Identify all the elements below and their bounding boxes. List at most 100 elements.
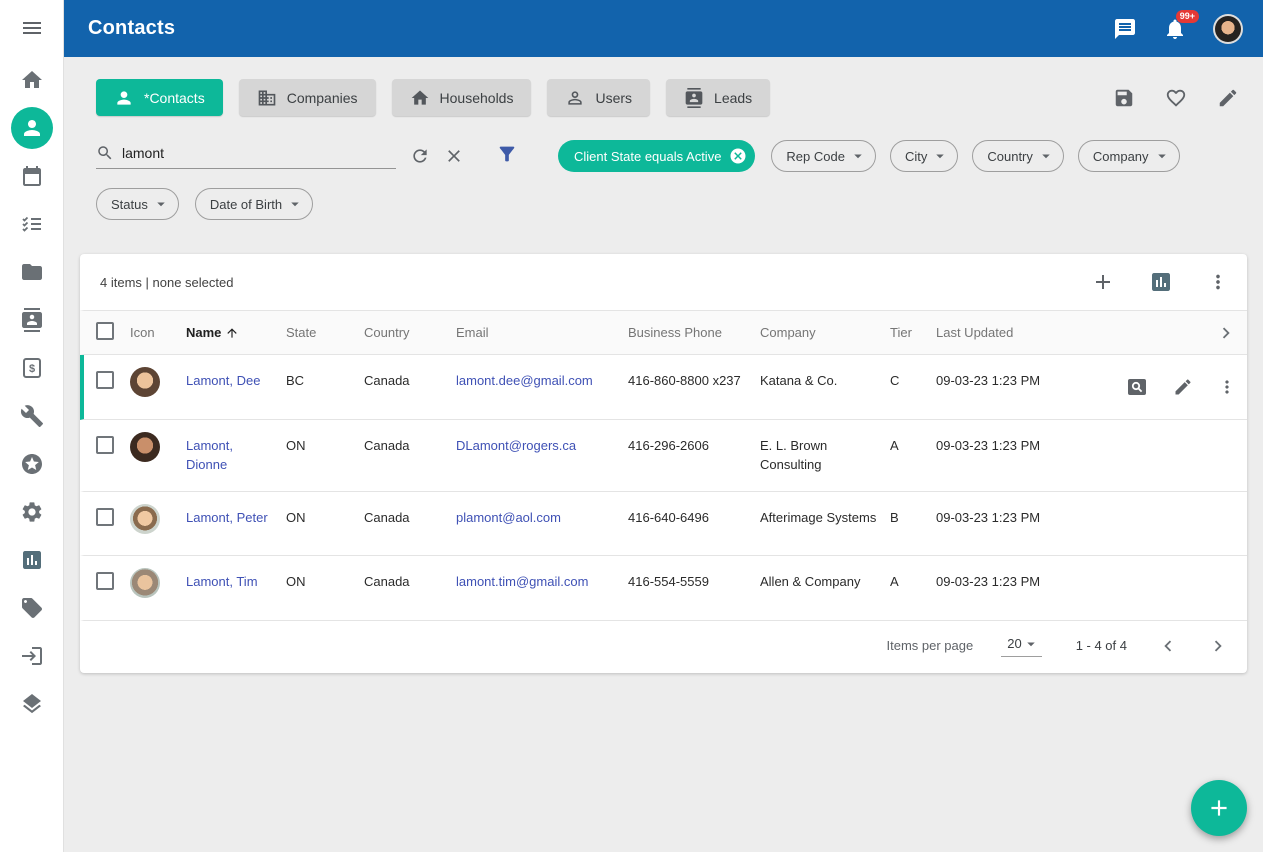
- tab-households[interactable]: Households: [392, 79, 532, 116]
- search-input[interactable]: [122, 145, 396, 161]
- filter-chip-city[interactable]: City: [890, 140, 958, 172]
- table-row[interactable]: Lamont, Dee BC Canada lamont.dee@gmail.c…: [80, 355, 1247, 420]
- filter-chip-rep-code[interactable]: Rep Code: [771, 140, 876, 172]
- table-row[interactable]: Lamont, Dionne ON Canada DLamont@rogers.…: [80, 420, 1247, 492]
- cell-state: ON: [286, 420, 364, 472]
- sidebar-item-tools[interactable]: [0, 392, 64, 440]
- contact-name-link[interactable]: Lamont, Peter: [186, 510, 268, 525]
- contact-email-link[interactable]: lamont.dee@gmail.com: [456, 373, 593, 388]
- filter-chip-company[interactable]: Company: [1078, 140, 1180, 172]
- user-avatar[interactable]: [1213, 14, 1243, 44]
- sidebar-item-tags[interactable]: [0, 584, 64, 632]
- active-filter-chip[interactable]: Client State equals Active: [558, 140, 755, 172]
- filter-button[interactable]: [496, 143, 518, 170]
- select-all-checkbox[interactable]: [96, 322, 114, 340]
- add-contact-fab[interactable]: [1191, 780, 1247, 836]
- contact-email-link[interactable]: lamont.tim@gmail.com: [456, 574, 588, 589]
- cell-last-updated: 09-03-23 1:23 PM: [936, 355, 1088, 407]
- more-options-icon[interactable]: [1207, 271, 1229, 293]
- tag-icon: [20, 596, 44, 620]
- sidebar-item-favorites[interactable]: [0, 440, 64, 488]
- contact-email-link[interactable]: DLamont@rogers.ca: [456, 438, 576, 453]
- column-header-last-updated[interactable]: Last Updated: [936, 325, 1088, 340]
- contact-name-link[interactable]: Lamont, Dionne: [186, 438, 233, 473]
- chart-view-icon[interactable]: [1149, 270, 1173, 294]
- lead-card-icon: [684, 88, 704, 108]
- search-field[interactable]: [96, 144, 396, 169]
- add-item-icon[interactable]: [1091, 270, 1115, 294]
- pagination-bar: Items per page 20 1 - 4 of 4: [80, 621, 1247, 673]
- filter-chip-status[interactable]: Status: [96, 188, 179, 220]
- sidebar-item-documents[interactable]: [0, 248, 64, 296]
- layers-icon: [20, 692, 44, 716]
- contact-name-link[interactable]: Lamont, Tim: [186, 574, 258, 589]
- notification-badge: 99+: [1176, 10, 1199, 23]
- column-header-email[interactable]: Email: [456, 325, 628, 340]
- table-row[interactable]: Lamont, Peter ON Canada plamont@aol.com …: [80, 492, 1247, 557]
- column-header-business-phone[interactable]: Business Phone: [628, 325, 760, 340]
- row-more-options-icon[interactable]: [1217, 377, 1237, 397]
- column-header-icon[interactable]: Icon: [130, 325, 186, 340]
- chevron-down-icon: [1037, 147, 1055, 165]
- tab-leads[interactable]: Leads: [666, 79, 770, 116]
- sidebar-item-contacts[interactable]: [0, 104, 64, 152]
- sidebar-item-sign-out[interactable]: [0, 632, 64, 680]
- search-icon: [96, 144, 114, 162]
- contact-email-link[interactable]: plamont@aol.com: [456, 510, 561, 525]
- row-checkbox[interactable]: [96, 508, 114, 526]
- contact-avatar: [130, 568, 160, 598]
- row-checkbox[interactable]: [96, 572, 114, 590]
- column-header-company[interactable]: Company: [760, 325, 890, 340]
- sidebar-item-tasks[interactable]: [0, 200, 64, 248]
- next-page-icon[interactable]: [1207, 635, 1229, 657]
- sidebar-item-layers[interactable]: [0, 680, 64, 728]
- refresh-icon[interactable]: [410, 146, 430, 166]
- row-checkbox[interactable]: [96, 436, 114, 454]
- cell-tier: B: [890, 492, 936, 544]
- tab-users[interactable]: Users: [547, 79, 650, 116]
- selection-summary: 4 items | none selected: [100, 275, 233, 290]
- table-row[interactable]: Lamont, Tim ON Canada lamont.tim@gmail.c…: [80, 556, 1247, 621]
- quick-view-icon[interactable]: [1125, 375, 1149, 399]
- cell-company: Afterimage Systems: [760, 492, 890, 544]
- cell-company: Katana & Co.: [760, 355, 890, 407]
- sort-ascending-icon: [225, 326, 239, 340]
- sidebar-item-calendar[interactable]: [0, 152, 64, 200]
- messages-button[interactable]: [1113, 17, 1137, 41]
- contact-avatar: [130, 367, 160, 397]
- sidebar-item-reports[interactable]: [0, 536, 64, 584]
- sidebar-item-settings[interactable]: [0, 488, 64, 536]
- contact-card-icon: [20, 308, 44, 332]
- edit-pencil-icon[interactable]: [1217, 87, 1239, 109]
- filter-chip-country[interactable]: Country: [972, 140, 1064, 172]
- house-icon: [410, 88, 430, 108]
- funnel-icon: [496, 143, 518, 165]
- cell-state: ON: [286, 556, 364, 608]
- topbar: Contacts 99+: [64, 0, 1263, 57]
- sidebar-item-contact-cards[interactable]: [0, 296, 64, 344]
- sidebar-item-home[interactable]: [0, 56, 64, 104]
- items-per-page-select[interactable]: 20: [1001, 635, 1041, 657]
- tab-companies[interactable]: Companies: [239, 79, 376, 116]
- hamburger-menu-icon[interactable]: [0, 0, 64, 56]
- remove-filter-icon[interactable]: [729, 147, 747, 165]
- save-icon[interactable]: [1113, 87, 1135, 109]
- favorite-heart-icon[interactable]: [1165, 87, 1187, 109]
- checklist-icon: [20, 212, 44, 236]
- clear-search-icon[interactable]: [444, 146, 464, 166]
- edit-row-icon[interactable]: [1173, 377, 1193, 397]
- sidebar-item-billing[interactable]: $: [0, 344, 64, 392]
- column-header-country[interactable]: Country: [364, 325, 456, 340]
- tab-contacts[interactable]: *Contacts: [96, 79, 223, 116]
- column-header-tier[interactable]: Tier: [890, 325, 936, 340]
- row-checkbox[interactable]: [96, 371, 114, 389]
- notifications-button[interactable]: 99+: [1163, 17, 1187, 41]
- gear-icon: [20, 500, 44, 524]
- chevron-right-icon[interactable]: [1215, 322, 1237, 344]
- cell-last-updated: 09-03-23 1:23 PM: [936, 556, 1088, 608]
- filter-chip-date-of-birth[interactable]: Date of Birth: [195, 188, 313, 220]
- contact-name-link[interactable]: Lamont, Dee: [186, 373, 260, 388]
- column-header-name[interactable]: Name: [186, 325, 286, 340]
- column-header-state[interactable]: State: [286, 325, 364, 340]
- previous-page-icon[interactable]: [1157, 635, 1179, 657]
